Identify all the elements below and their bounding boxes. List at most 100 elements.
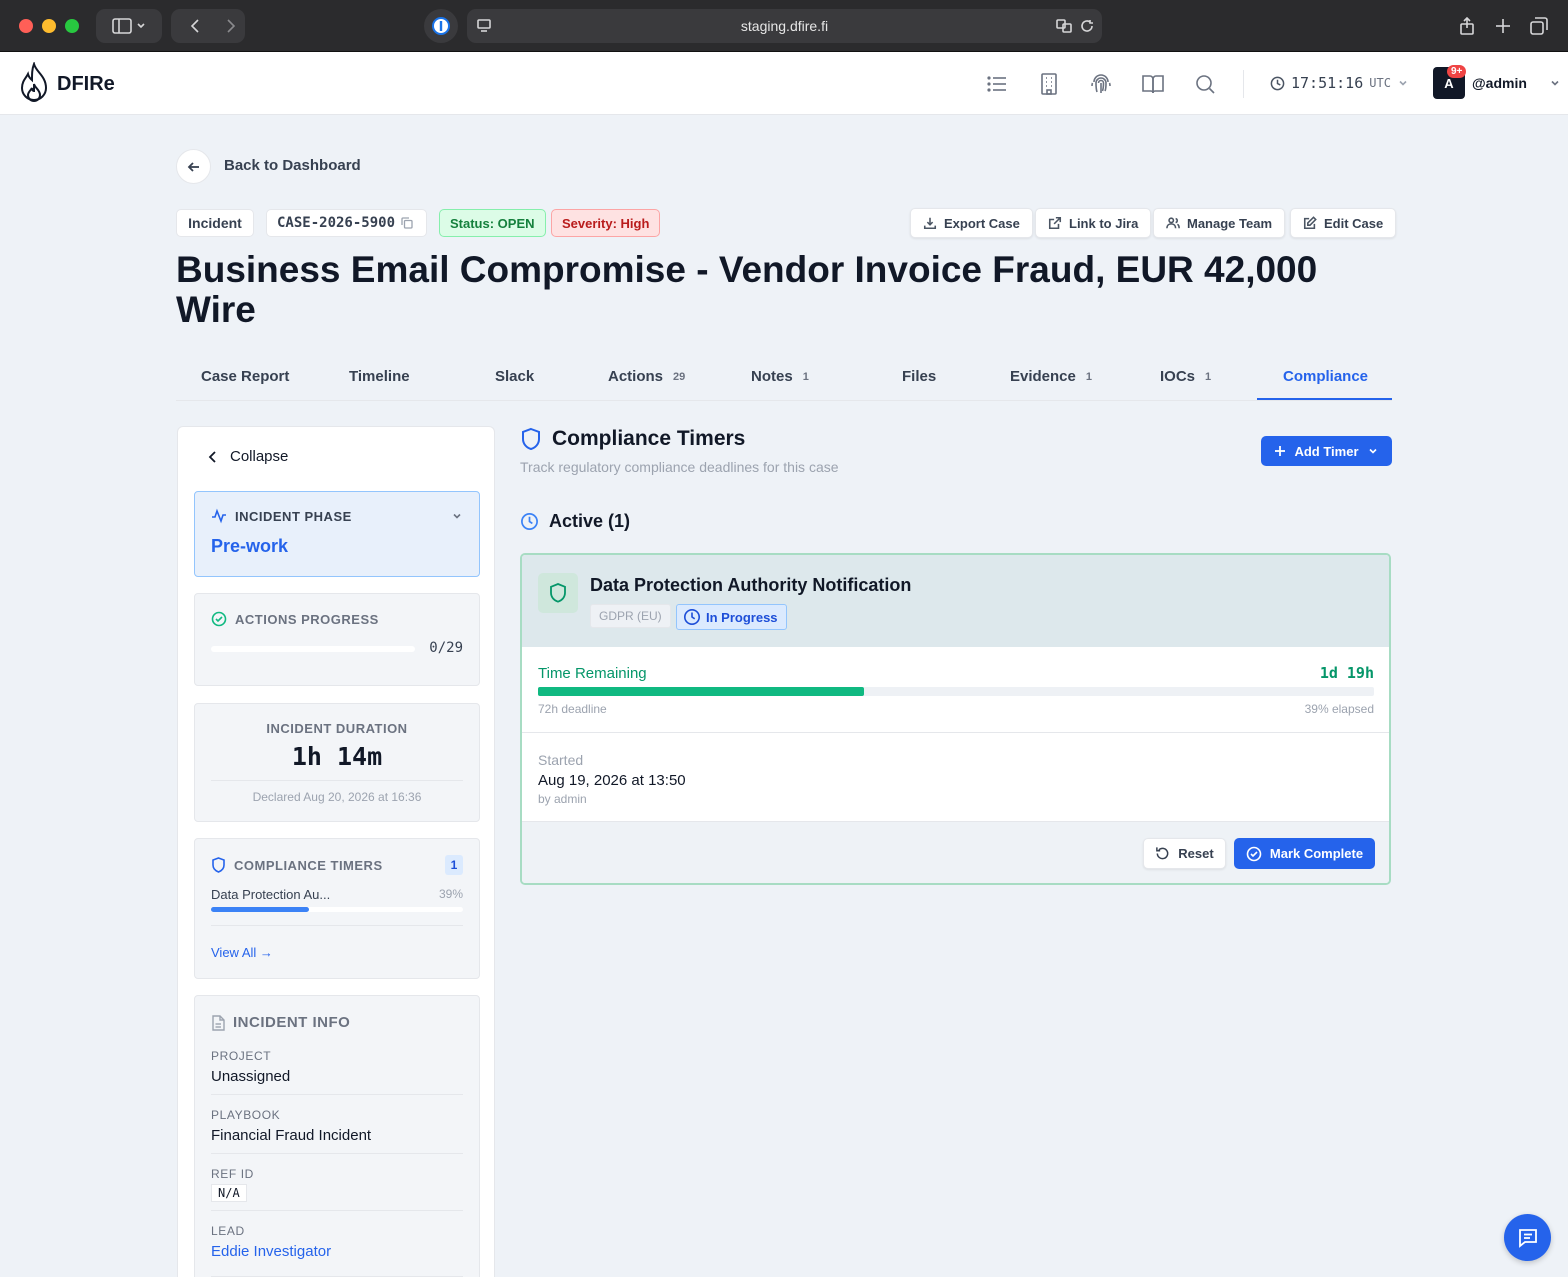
users-icon (1166, 217, 1180, 229)
clock-timezone: UTC (1369, 76, 1391, 90)
back-to-dashboard-link[interactable]: Back to Dashboard (224, 157, 361, 174)
copy-icon[interactable] (401, 217, 413, 229)
building-icon[interactable] (1037, 72, 1061, 96)
incident-duration-heading: INCIDENT DURATION (266, 721, 408, 736)
timer-status-label: In Progress (706, 609, 778, 625)
password-icon (432, 17, 450, 35)
search-icon[interactable] (1193, 72, 1217, 96)
playbook-value: Financial Fraud Incident (211, 1127, 372, 1144)
plus-icon (1275, 446, 1286, 456)
case-type-label: Incident (188, 215, 242, 231)
project-value: Unassigned (211, 1068, 291, 1085)
url-text: staging.dfire.fi (740, 18, 829, 34)
incident-duration-card: INCIDENT DURATION 1h 14m Declared Aug 20… (194, 703, 480, 822)
ref-id-label: REF ID (211, 1167, 254, 1181)
lead-label: LEAD (211, 1224, 245, 1238)
download-icon (923, 217, 937, 230)
tab-slack[interactable]: Slack (495, 368, 534, 385)
incident-phase-card[interactable]: INCIDENT PHASE Pre-work (194, 491, 480, 577)
activity-icon (212, 508, 226, 524)
tab-files[interactable]: Files (902, 368, 936, 385)
reset-label: Reset (1178, 846, 1214, 861)
time-remaining-bar (538, 687, 1374, 696)
tab-notes[interactable]: Notes 1 (751, 368, 809, 385)
utc-clock[interactable]: 17:51:16 UTC (1270, 74, 1409, 92)
export-case-button[interactable]: Export Case (910, 208, 1033, 238)
divider (211, 1153, 463, 1154)
tab-count: 29 (673, 370, 686, 383)
close-window-button[interactable] (19, 19, 33, 33)
app-header: DFIRe 17:51:16 UTC A 9+ @admin (0, 52, 1568, 115)
list-icon[interactable] (985, 72, 1009, 96)
lead-value[interactable]: Eddie Investigator (211, 1243, 331, 1260)
clock-icon (521, 513, 538, 530)
compliance-timers-card: COMPLIANCE TIMERS 1 Data Protection Au..… (194, 838, 480, 979)
tab-compliance[interactable]: Compliance (1283, 368, 1368, 385)
password-manager-button[interactable] (424, 9, 458, 43)
page-icon (477, 19, 491, 32)
tab-overview-button[interactable] (1524, 9, 1554, 43)
translate-icon[interactable] (1056, 19, 1072, 33)
ref-id-value: N/A (211, 1184, 247, 1202)
compliance-item-bar (211, 907, 463, 912)
tab-label: Notes (751, 368, 793, 385)
tab-label: Actions (608, 368, 664, 385)
mark-complete-button[interactable]: Mark Complete (1234, 838, 1375, 869)
add-timer-button[interactable]: Add Timer (1261, 436, 1392, 466)
link-to-jira-button[interactable]: Link to Jira (1035, 208, 1152, 238)
case-tabs: Case Report Timeline Slack Actions 29 Not… (176, 358, 1392, 401)
divider (211, 925, 463, 926)
actions-progress-heading: ACTIONS PROGRESS (211, 611, 379, 627)
chevron-left-icon (208, 450, 216, 463)
view-all-link[interactable]: View All → (211, 945, 273, 960)
address-bar[interactable]: staging.dfire.fi (467, 9, 1102, 43)
collapse-button[interactable]: Collapse (208, 448, 288, 465)
project-label: PROJECT (211, 1049, 272, 1063)
sidebar-toggle-button[interactable] (96, 9, 162, 43)
incident-phase-value: Pre-work (211, 536, 289, 556)
status-badge: Status: OPEN (439, 209, 546, 237)
compliance-item-label[interactable]: Data Protection Au... (211, 887, 330, 902)
chevron-down-icon (1551, 80, 1559, 86)
minimize-window-button[interactable] (42, 19, 56, 33)
back-button[interactable] (176, 149, 211, 184)
tab-evidence[interactable]: Evidence 1 (1010, 368, 1092, 385)
zoom-window-button[interactable] (65, 19, 79, 33)
reset-button[interactable]: Reset (1143, 838, 1226, 869)
incident-duration-value: 1h 14m (291, 742, 383, 771)
divider (211, 1094, 463, 1095)
collapse-label: Collapse (230, 448, 289, 465)
edit-case-button[interactable]: Edit Case (1290, 208, 1397, 238)
fingerprint-icon[interactable] (1089, 72, 1113, 96)
severity-badge: Severity: High (551, 209, 661, 237)
back-arrow-icon[interactable] (178, 18, 238, 34)
compliance-timers-heading-label: COMPLIANCE TIMERS (234, 857, 383, 873)
page-title: Business Email Compromise - Vendor Invoi… (176, 249, 1318, 330)
new-tab-button[interactable] (1488, 9, 1518, 43)
share-button[interactable] (1452, 9, 1482, 43)
case-sidebar: Collapse INCIDENT PHASE Pre-work ACTIONS… (177, 426, 495, 1277)
compliance-subtitle: Track regulatory compliance deadlines fo… (520, 459, 839, 475)
tab-case-report[interactable]: Case Report (201, 368, 289, 385)
tab-actions[interactable]: Actions 29 (608, 368, 685, 385)
chevron-down-icon[interactable] (451, 510, 463, 522)
timer-status-badge: In Progress (676, 604, 787, 630)
active-timers-label: Active (1) (549, 511, 631, 531)
book-icon[interactable] (1141, 72, 1165, 96)
chat-button[interactable] (1504, 1214, 1551, 1261)
shield-icon (522, 427, 540, 451)
timer-shield-badge (538, 573, 578, 613)
edit-case-label: Edit Case (1324, 215, 1384, 231)
incident-info-heading: INCIDENT INFO (211, 1014, 350, 1031)
reload-icon[interactable] (1080, 19, 1094, 33)
edit-icon (1303, 216, 1317, 230)
user-menu[interactable]: @admin (1472, 75, 1561, 91)
manage-team-button[interactable]: Manage Team (1153, 208, 1286, 238)
brand-logo[interactable]: DFIRe (18, 62, 115, 106)
actions-progress-value: 0/29 (429, 640, 463, 656)
tab-timeline[interactable]: Timeline (349, 368, 410, 385)
chat-icon (1518, 1228, 1537, 1248)
timer-name: Data Protection Authority Notification (590, 575, 912, 595)
case-id-chip[interactable]: CASE-2026-5900 (266, 209, 427, 237)
tab-iocs[interactable]: IOCs 1 (1160, 368, 1211, 385)
